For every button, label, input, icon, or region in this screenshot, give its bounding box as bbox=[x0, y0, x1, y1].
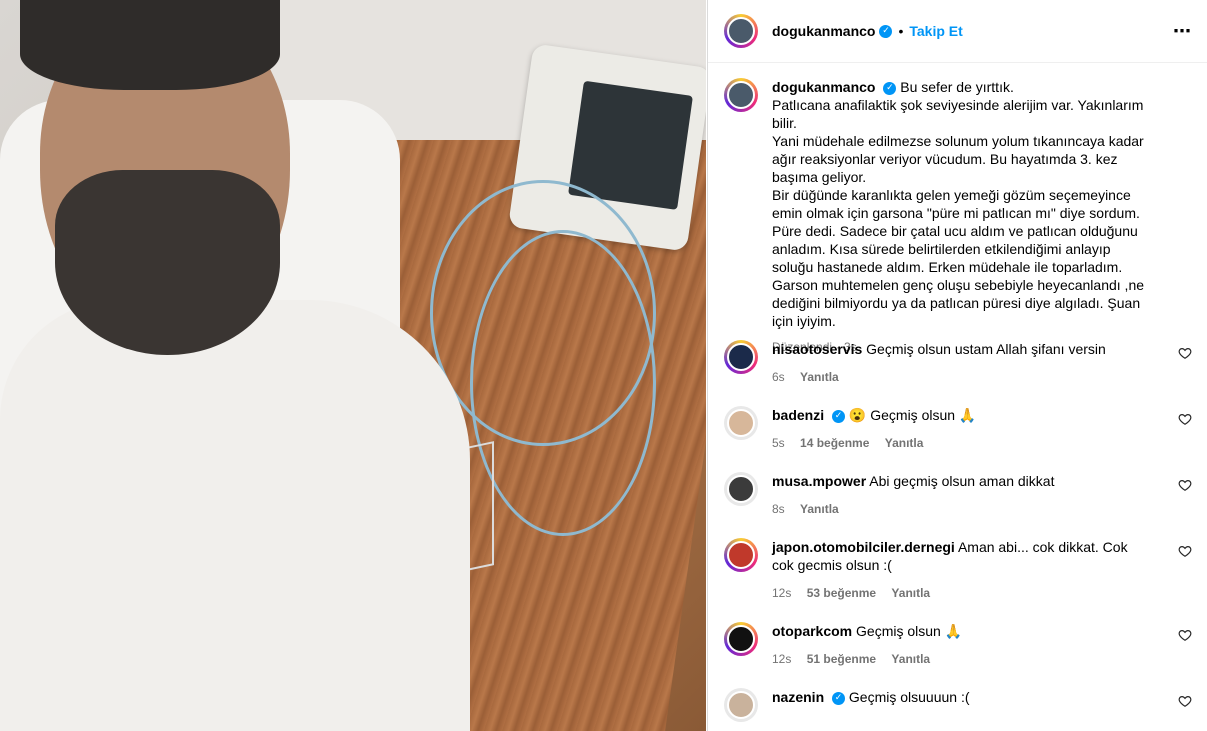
reply-button[interactable]: Yanıtla bbox=[891, 586, 930, 600]
separator-dot: • bbox=[898, 23, 904, 39]
comment-item: musa.mpower Abi geçmiş olsun aman dikkat… bbox=[724, 472, 1192, 518]
hair bbox=[20, 0, 280, 90]
commenter-avatar[interactable] bbox=[724, 340, 758, 374]
post-header: dogukanmanco ✓ • Takip Et ⋯ bbox=[708, 0, 1207, 63]
caption-first-line: Bu sefer de yırttık. bbox=[900, 79, 1014, 95]
commenter-avatar[interactable] bbox=[724, 472, 758, 506]
comments-scroll[interactable]: dogukanmanco ✓ Bu sefer de yırttık. Patl… bbox=[708, 64, 1207, 731]
comment-username[interactable]: musa.mpower bbox=[772, 473, 866, 489]
comment-text: Geçmiş olsun 🙏 bbox=[856, 623, 963, 639]
comment-item: nazenin ✓ Geçmiş olsuuuun :( bbox=[724, 688, 1192, 722]
like-heart-icon[interactable] bbox=[1178, 544, 1192, 558]
like-heart-icon[interactable] bbox=[1178, 694, 1192, 708]
commenter-avatar[interactable] bbox=[724, 622, 758, 656]
caption-username[interactable]: dogukanmanco bbox=[772, 79, 875, 95]
reply-button[interactable]: Yanıtla bbox=[885, 436, 924, 450]
comment-text: 😮 Geçmiş olsun 🙏 bbox=[848, 407, 977, 423]
comment-time: 12s bbox=[772, 586, 792, 600]
verified-badge-icon: ✓ bbox=[879, 24, 893, 38]
comment-text: Abi geçmiş olsun aman dikkat bbox=[869, 473, 1055, 489]
comment-username[interactable]: otoparkcom bbox=[772, 623, 852, 639]
reply-button[interactable]: Yanıtla bbox=[800, 502, 839, 516]
comment-item: badenzi ✓ 😮 Geçmiş olsun 🙏 5s 14 beğenme… bbox=[724, 406, 1192, 452]
like-heart-icon[interactable] bbox=[1178, 478, 1192, 492]
reply-button[interactable]: Yanıtla bbox=[800, 370, 839, 384]
comment-item: otoparkcom Geçmiş olsun 🙏 12s 51 beğenme… bbox=[724, 622, 1192, 668]
comment-time: 8s bbox=[772, 502, 785, 516]
like-heart-icon[interactable] bbox=[1178, 628, 1192, 642]
comment-likes[interactable]: 53 beğenme bbox=[807, 586, 876, 600]
comment-username[interactable]: badenzi bbox=[772, 407, 824, 423]
monitor-cable bbox=[470, 230, 656, 536]
post-side-panel: dogukanmanco ✓ • Takip Et ⋯ dogukanmanco… bbox=[707, 0, 1207, 731]
commenter-avatar[interactable] bbox=[724, 406, 758, 440]
post-image bbox=[0, 0, 706, 731]
follow-button[interactable]: Takip Et bbox=[909, 23, 962, 39]
author-username[interactable]: dogukanmanco bbox=[772, 23, 875, 39]
comment-username[interactable]: nazenin bbox=[772, 689, 824, 705]
author-avatar[interactable] bbox=[724, 78, 758, 112]
more-options-icon[interactable]: ⋯ bbox=[1173, 21, 1192, 42]
white-shirt bbox=[0, 300, 470, 731]
beard bbox=[55, 170, 280, 355]
caption: dogukanmanco ✓ Bu sefer de yırttık. Patl… bbox=[724, 78, 1192, 356]
commenter-avatar[interactable] bbox=[724, 538, 758, 572]
comment-time: 12s bbox=[772, 652, 792, 666]
reply-button[interactable]: Yanıtla bbox=[891, 652, 930, 666]
comment-username[interactable]: nisaotoservis bbox=[772, 341, 862, 357]
comment-text: Geçmiş olsuuuun :( bbox=[848, 689, 970, 705]
comment-time: 6s bbox=[772, 370, 785, 384]
verified-badge-icon: ✓ bbox=[883, 81, 897, 95]
author-avatar[interactable] bbox=[724, 14, 758, 48]
like-heart-icon[interactable] bbox=[1178, 412, 1192, 426]
comment-time: 5s bbox=[772, 436, 785, 450]
like-heart-icon[interactable] bbox=[1178, 346, 1192, 360]
caption-text: Patlıcana anafilaktik şok seviyesinde al… bbox=[772, 97, 1145, 329]
verified-badge-icon: ✓ bbox=[832, 691, 846, 705]
comment-text: Geçmiş olsun ustam Allah şifanı versin bbox=[866, 341, 1106, 357]
commenter-avatar[interactable] bbox=[724, 688, 758, 722]
comment-item: japon.otomobilciler.dernegi Aman abi... … bbox=[724, 538, 1192, 602]
comment-item: nisaotoservis Geçmiş olsun ustam Allah ş… bbox=[724, 340, 1192, 386]
verified-badge-icon: ✓ bbox=[832, 409, 846, 423]
comment-likes[interactable]: 14 beğenme bbox=[800, 436, 869, 450]
comment-likes[interactable]: 51 beğenme bbox=[807, 652, 876, 666]
comment-username[interactable]: japon.otomobilciler.dernegi bbox=[772, 539, 955, 555]
